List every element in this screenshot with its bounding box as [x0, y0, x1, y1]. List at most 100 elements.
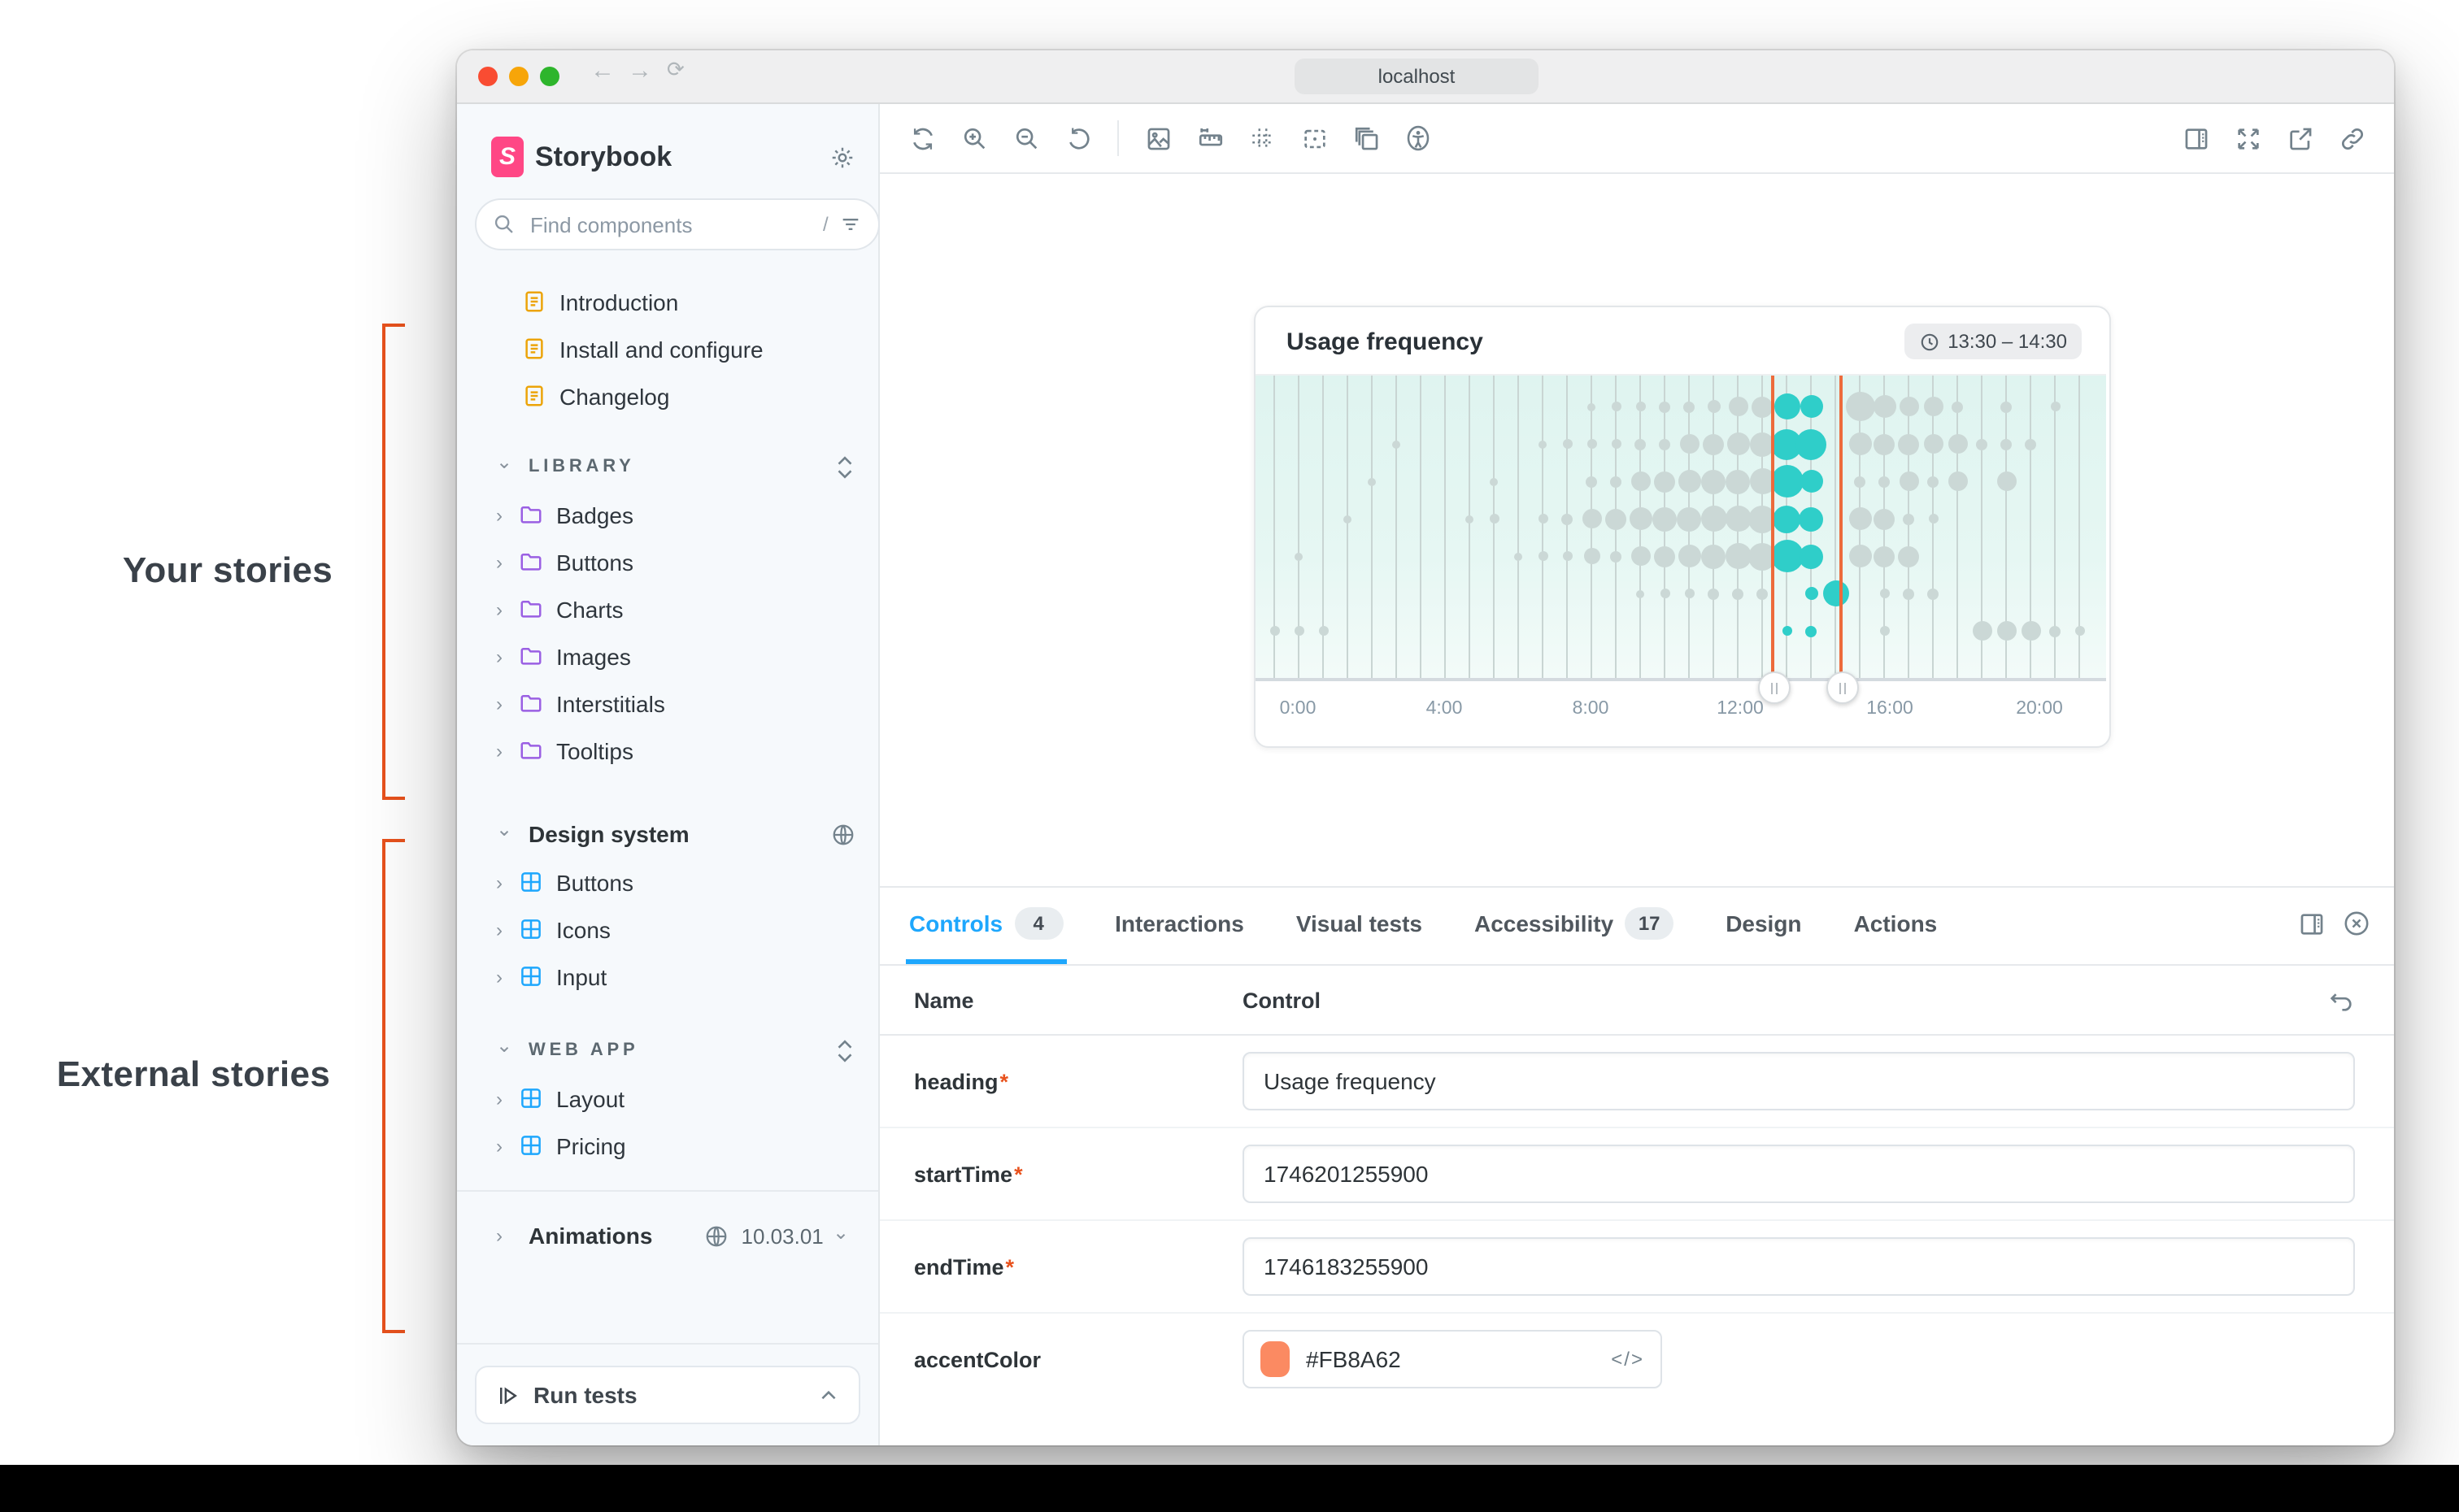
grid-icon[interactable]	[1239, 115, 1285, 161]
component-icon	[519, 917, 543, 941]
sidebar-folder-tooltips[interactable]: Tooltips	[457, 727, 878, 774]
end-time-input[interactable]	[1243, 1237, 2355, 1296]
chart-bubble	[1636, 589, 1644, 597]
close-panel-icon[interactable]	[2342, 909, 2371, 938]
zoom-reset-icon[interactable]	[1055, 115, 1101, 161]
tab-controls[interactable]: Controls 4	[906, 888, 1066, 964]
chart-bubble	[1972, 621, 1991, 641]
expand-all-icon[interactable]	[834, 1038, 855, 1062]
document-icon	[522, 384, 546, 408]
chart-bubble	[1679, 434, 1699, 454]
animations-section-header[interactable]: Animations 10.03.01	[457, 1211, 878, 1260]
name-column-header: Name	[880, 988, 1243, 1012]
sidebar-component-pricing[interactable]: Pricing	[457, 1122, 878, 1169]
canvas-toolbar	[880, 104, 2394, 174]
chart-bubble	[1701, 544, 1726, 568]
tab-design[interactable]: Design	[1722, 888, 1804, 964]
controls-table-header: Name Control	[880, 966, 2394, 1036]
chart-bubble	[1873, 395, 1895, 418]
minimize-window-button[interactable]	[509, 67, 529, 86]
tab-accessibility[interactable]: Accessibility 17	[1471, 888, 1677, 964]
gear-icon[interactable]	[829, 144, 855, 170]
your-stories-label: Your stories	[94, 550, 361, 592]
chevron-down-icon	[496, 1039, 519, 1062]
chart-bubble	[1878, 476, 1890, 487]
chevron-right-icon	[496, 871, 519, 893]
tab-interactions[interactable]: Interactions	[1112, 888, 1247, 964]
chart-bubble	[1634, 438, 1646, 450]
search-box[interactable]: /	[475, 198, 881, 250]
chevron-down-icon	[496, 823, 519, 845]
chevron-right-icon	[496, 1134, 519, 1157]
range-end-handle[interactable]	[1826, 671, 1859, 704]
folder-icon	[519, 691, 543, 715]
code-icon[interactable]: </>	[1611, 1348, 1644, 1371]
run-tests-label: Run tests	[533, 1382, 818, 1408]
address-bar[interactable]: localhost	[1295, 59, 1539, 94]
controls-count-badge: 4	[1014, 907, 1063, 940]
range-start-handle[interactable]	[1758, 671, 1791, 704]
sidebar-folder-interstitials[interactable]: Interstitials	[457, 680, 878, 727]
sidebar-folder-buttons[interactable]: Buttons	[457, 538, 878, 585]
panel-position-icon[interactable]	[2298, 910, 2326, 937]
sidebar-component-input[interactable]: Input	[457, 953, 878, 1000]
reset-controls-icon[interactable]	[2327, 986, 2355, 1014]
chart-bubble	[1538, 514, 1547, 524]
tab-visual-tests[interactable]: Visual tests	[1293, 888, 1425, 964]
remount-icon[interactable]	[899, 115, 945, 161]
section-title: Animations	[529, 1223, 704, 1249]
chart-bubble	[1611, 402, 1621, 411]
forward-icon[interactable]: →	[628, 57, 652, 85]
outline-icon[interactable]	[1343, 115, 1389, 161]
chart-bubble	[1629, 507, 1652, 530]
chart-bubble	[1539, 440, 1547, 448]
sidebar-item-install-and-configure[interactable]: Install and configure	[457, 325, 878, 372]
design-system-section-header[interactable]: Design system	[457, 810, 878, 858]
chevron-down-icon	[496, 455, 519, 478]
zoom-in-icon[interactable]	[951, 115, 997, 161]
expand-all-icon[interactable]	[834, 454, 855, 479]
heading-input[interactable]	[1243, 1052, 2355, 1110]
ruler-icon[interactable]	[1187, 115, 1233, 161]
sidebar-folder-badges[interactable]: Badges	[457, 491, 878, 538]
zoom-window-button[interactable]	[540, 67, 559, 86]
chart-bubble	[1845, 392, 1874, 421]
folder-icon	[519, 597, 543, 621]
sidebar-component-layout[interactable]: Layout	[457, 1075, 878, 1122]
close-window-button[interactable]	[478, 67, 498, 86]
chart-bubble	[1586, 476, 1597, 487]
chart-bubble	[1770, 465, 1803, 497]
sidebar-folder-charts[interactable]: Charts	[457, 585, 878, 632]
filter-icon[interactable]	[840, 213, 863, 236]
library-section-header[interactable]: LIBRARY	[457, 442, 878, 491]
back-icon[interactable]: ←	[590, 57, 615, 85]
sidebar-item-changelog[interactable]: Changelog	[457, 372, 878, 419]
web-app-section-header[interactable]: WEB APP	[457, 1026, 878, 1075]
accent-color-control[interactable]: #FB8A62 </>	[1243, 1330, 1662, 1388]
search-input[interactable]	[527, 211, 820, 238]
measure-icon[interactable]	[1291, 115, 1337, 161]
open-external-icon[interactable]	[2277, 115, 2322, 161]
sidebar-item-label: Charts	[556, 596, 623, 622]
color-swatch[interactable]	[1260, 1341, 1290, 1377]
chevron-up-icon[interactable]	[818, 1384, 839, 1406]
fullscreen-icon[interactable]	[2225, 115, 2270, 161]
link-icon[interactable]	[2329, 115, 2374, 161]
tab-actions[interactable]: Actions	[1851, 888, 1941, 964]
sidebar-item-introduction[interactable]: Introduction	[457, 278, 878, 325]
axis-tick: 8:00	[1573, 699, 1609, 719]
panel-position-icon[interactable]	[2173, 115, 2218, 161]
sidebar-folder-images[interactable]: Images	[457, 632, 878, 680]
start-time-input[interactable]	[1243, 1145, 2355, 1203]
run-tests-button[interactable]: Run tests	[475, 1366, 860, 1424]
chart-bubble	[1294, 626, 1303, 636]
sidebar-component-icons[interactable]: Icons	[457, 906, 878, 953]
reload-icon[interactable]: ⟳	[667, 57, 685, 83]
sidebar-divider	[457, 1190, 878, 1192]
zoom-out-icon[interactable]	[1003, 115, 1049, 161]
background-icon[interactable]	[1135, 115, 1181, 161]
screen-bottom-strip	[0, 1465, 2459, 1512]
version-selector[interactable]: 10.03.01	[742, 1223, 855, 1248]
sidebar-component-buttons[interactable]: Buttons	[457, 858, 878, 906]
accessibility-icon[interactable]	[1395, 115, 1441, 161]
